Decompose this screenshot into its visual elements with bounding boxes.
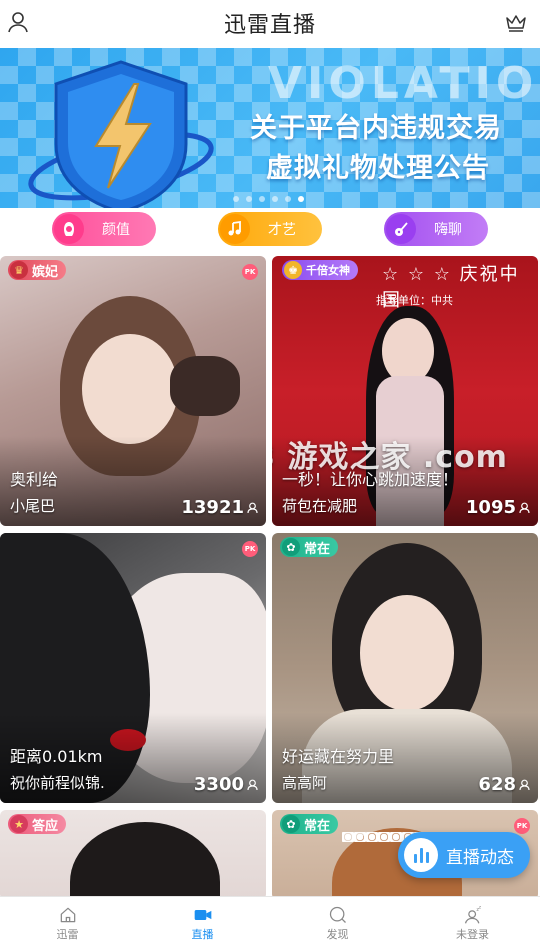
search-icon <box>329 906 346 923</box>
svg-text:z: z <box>478 905 480 909</box>
banner-title-line1: 关于平台内违规交易 <box>250 113 502 144</box>
streamer-name: 高高阿 <box>282 774 328 792</box>
crown-icon[interactable] <box>504 10 528 34</box>
video-icon <box>194 910 211 920</box>
rank-tag-label: 嫔妃 <box>32 264 59 280</box>
user-icon[interactable] <box>6 10 30 34</box>
pk-badge: PK <box>242 264 258 280</box>
live-card[interactable]: ♛ 嫔妃 PK 奥利给 小尾巴 13921 <box>0 256 266 526</box>
stream-title: 一秒！让你心跳加速度！ <box>282 470 459 489</box>
streamer-name: 小尾巴 <box>10 497 56 515</box>
category-haoliao-button[interactable]: 嗨聊 <box>384 212 488 246</box>
tab-label: 直播 <box>191 928 214 941</box>
streamer-name: 祝你前程似锦. <box>10 774 105 792</box>
rank-badge-icon: ✿ <box>282 538 300 556</box>
category-row: 颜值 才艺 嗨聊 <box>0 212 540 252</box>
viewer-icon <box>247 502 258 514</box>
streamer-photo <box>70 822 220 900</box>
rank-tag: ✿ 常在 <box>280 814 339 834</box>
rank-tag-label: 千倍女神 <box>306 264 350 277</box>
live-card[interactable]: PK 距离0.01km 祝你前程似锦. 3300 <box>0 533 266 803</box>
carousel-dot[interactable] <box>233 196 239 202</box>
live-card[interactable]: ★ 答应 <box>0 810 266 900</box>
rank-badge-icon: ★ <box>10 815 28 833</box>
viewer-icon <box>519 502 530 514</box>
tab-label: 迅雷 <box>56 928 79 941</box>
carousel-dots <box>233 196 304 202</box>
viewer-count: 628 <box>478 774 516 795</box>
banner-title-line2: 虚拟礼物处理公告 <box>266 153 490 184</box>
carousel-dot[interactable] <box>272 196 278 202</box>
pk-badge: PK <box>514 818 530 834</box>
category-label: 嗨聊 <box>434 222 462 238</box>
tab-home[interactable]: 迅雷 <box>0 897 135 942</box>
viewer-icon <box>247 779 258 791</box>
rank-tag: ♚ 千倍女神 <box>282 260 358 280</box>
trophy-icon: ♚ <box>284 261 302 279</box>
home-icon <box>60 907 75 923</box>
rank-badge-icon: ✿ <box>282 815 300 833</box>
announcement-banner[interactable]: VIOLATION 关于平台内违规交易 虚拟礼物处理公告 <box>0 48 540 208</box>
tab-discover[interactable]: 发现 <box>270 897 405 942</box>
category-caiyi-button[interactable]: 才艺 <box>218 212 322 246</box>
streamer-face <box>382 318 434 384</box>
rank-badge-icon: ♛ <box>10 261 28 279</box>
stream-title: 好运藏在努力里 <box>282 747 395 766</box>
rank-tag: ★ 答应 <box>8 814 67 834</box>
top-bar: 迅雷直播 <box>0 0 540 46</box>
category-yanzhi-button[interactable]: 颜值 <box>52 212 156 246</box>
tab-label: 未登录 <box>456 928 489 941</box>
rank-tag-label: 常在 <box>304 818 331 834</box>
rank-tag: ✿ 常在 <box>280 537 339 557</box>
streamer-face <box>360 595 454 711</box>
live-card[interactable]: ☆ ☆ ☆ 庆祝中国 指导单位：中共 K73 游戏之家 .com ♚ 千倍女神 … <box>272 256 538 526</box>
viewer-count: 13921 <box>181 497 244 518</box>
live-card[interactable]: ✿ 常在 好运藏在努力里 高高阿 628 <box>272 533 538 803</box>
rank-tag: ♛ 嫔妃 <box>8 260 67 280</box>
carousel-dot-active[interactable] <box>298 196 304 202</box>
streamer-face <box>82 334 178 444</box>
rank-tag-label: 答应 <box>32 818 59 834</box>
bottom-tab-bar: 迅雷 直播 发现 zz 未登录 <box>0 896 540 942</box>
category-label: 才艺 <box>268 222 296 238</box>
viewer-count: 1095 <box>465 497 516 518</box>
live-feed-label: 直播动态 <box>446 847 514 868</box>
pk-badge: PK <box>242 541 258 557</box>
stream-title: 距离0.01km <box>10 747 103 766</box>
sleep-user-icon: zz <box>464 905 481 924</box>
viewer-icon <box>519 779 530 791</box>
tab-profile[interactable]: zz 未登录 <box>405 897 540 942</box>
live-feed-button[interactable]: 直播动态 <box>398 832 530 878</box>
rank-tag-label: 常在 <box>304 541 331 557</box>
carousel-dot[interactable] <box>246 196 252 202</box>
tab-live[interactable]: 直播 <box>135 897 270 942</box>
carousel-dot[interactable] <box>259 196 265 202</box>
page-title: 迅雷直播 <box>223 13 316 38</box>
banner-watermark: VIOLATION <box>268 58 540 109</box>
carousel-dot[interactable] <box>285 196 291 202</box>
category-label: 颜值 <box>102 222 130 238</box>
bar-chart-icon <box>404 838 438 872</box>
headphones <box>170 356 240 416</box>
viewer-count: 3300 <box>193 774 244 795</box>
streamer-name: 荷包在减肥 <box>282 497 358 515</box>
tab-label: 发现 <box>326 928 349 941</box>
stream-title: 奥利给 <box>10 470 59 489</box>
lightning-shield-icon <box>28 60 214 208</box>
